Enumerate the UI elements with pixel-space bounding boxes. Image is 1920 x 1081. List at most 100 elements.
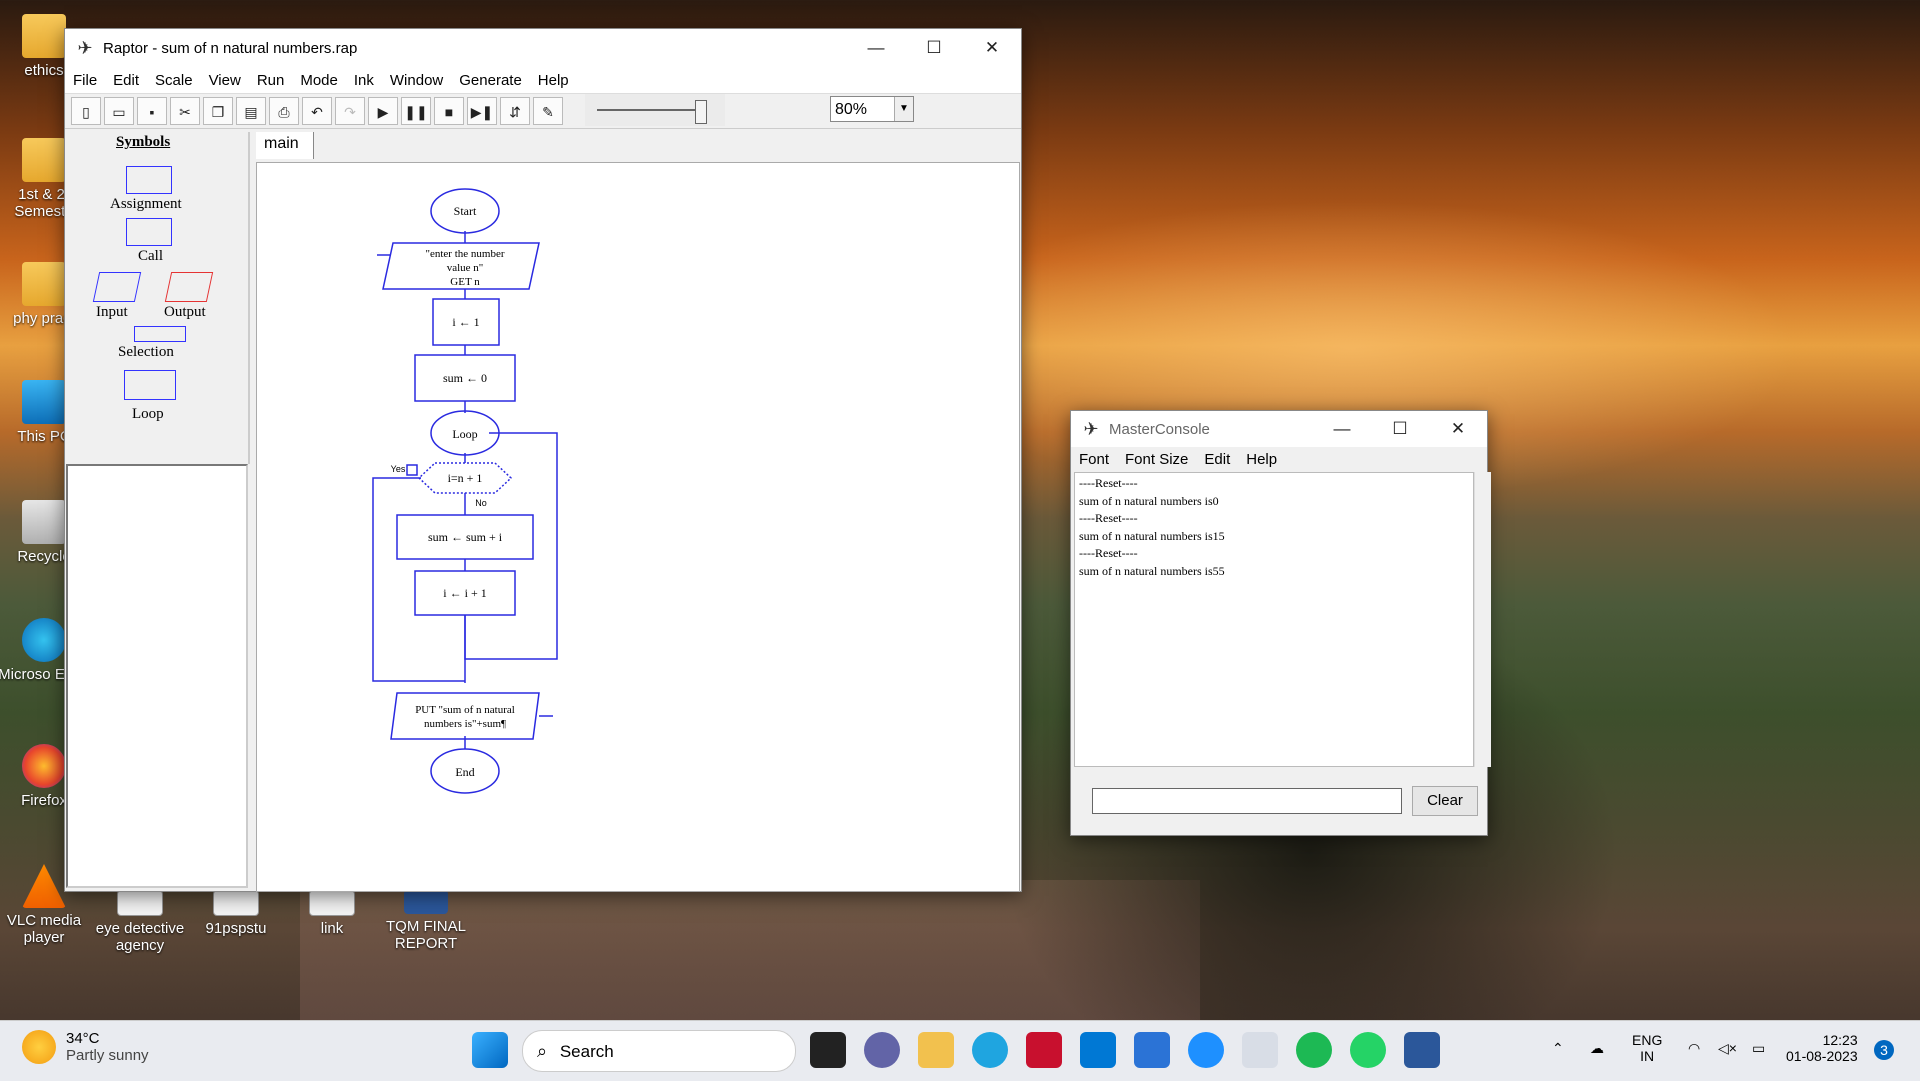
- console-scrollbar[interactable]: [1474, 472, 1491, 767]
- weather-condition: Partly sunny: [66, 1047, 149, 1064]
- clock[interactable]: 12:23 01-08-2023: [1786, 1032, 1858, 1064]
- firefox-icon: [22, 744, 66, 788]
- console-titlebar: ✈ MasterConsole — ☐ ✕: [1071, 411, 1487, 447]
- whatsapp-icon[interactable]: [1350, 1032, 1386, 1068]
- maximize-button[interactable]: ☐: [905, 29, 963, 67]
- console-line: sum of n natural numbers is0: [1079, 493, 1219, 508]
- get-help-icon[interactable]: [1188, 1032, 1224, 1068]
- menu-view[interactable]: View: [201, 72, 249, 89]
- watch-panel: [66, 464, 248, 888]
- menu-mode[interactable]: Mode: [292, 72, 346, 89]
- input-symbol[interactable]: [92, 272, 142, 302]
- call-symbol[interactable]: [126, 218, 172, 246]
- undo-icon[interactable]: ↶: [302, 97, 332, 125]
- output-symbol[interactable]: [164, 272, 214, 302]
- file-explorer-icon[interactable]: [918, 1032, 954, 1068]
- loop-symbol[interactable]: [124, 370, 176, 400]
- taskbar-search[interactable]: ⌕ Search: [522, 1030, 796, 1072]
- cut-icon[interactable]: ✂: [170, 97, 200, 125]
- console-menu-font-size[interactable]: Font Size: [1117, 451, 1196, 468]
- new-file-icon[interactable]: ▯: [71, 97, 101, 125]
- lang-line2: IN: [1640, 1048, 1655, 1064]
- menu-scale[interactable]: Scale: [147, 72, 201, 89]
- chevron-up-icon[interactable]: ⌃: [1552, 1040, 1564, 1057]
- console-command-input[interactable]: [1092, 788, 1402, 814]
- microsoft-store-icon[interactable]: [1080, 1032, 1116, 1068]
- onedrive-icon[interactable]: ☁: [1590, 1040, 1604, 1057]
- myhp-icon[interactable]: [1134, 1032, 1170, 1068]
- console-menu-help[interactable]: Help: [1238, 451, 1285, 468]
- redo-icon[interactable]: ↷: [335, 97, 365, 125]
- slider-track: [597, 109, 707, 111]
- print-icon[interactable]: ⎙: [269, 97, 299, 125]
- menu-run[interactable]: Run: [249, 72, 293, 89]
- partly-sunny-icon: [22, 1030, 56, 1064]
- clear-button[interactable]: Clear: [1412, 786, 1478, 816]
- minimize-button[interactable]: —: [847, 29, 905, 67]
- notification-badge[interactable]: 3: [1874, 1040, 1894, 1060]
- desktop-icon-tqm-report[interactable]: TQM FINAL REPORT: [378, 890, 474, 952]
- close-button[interactable]: ✕: [963, 29, 1021, 67]
- save-icon[interactable]: ▪: [137, 97, 167, 125]
- assignment-label: Assignment: [110, 196, 182, 212]
- weather-widget[interactable]: 34°C Partly sunny: [22, 1030, 149, 1064]
- desktop-icon-91pspstu[interactable]: 91pspstu: [188, 890, 284, 937]
- mcafee-icon[interactable]: [1026, 1032, 1062, 1068]
- desktop-icon-link[interactable]: link: [284, 890, 380, 937]
- step-icon[interactable]: ▶❚: [467, 97, 497, 125]
- folder-icon: [22, 262, 66, 306]
- output-line1: PUT "sum of n natural: [415, 704, 515, 716]
- word-taskbar-icon[interactable]: [1404, 1032, 1440, 1068]
- battery-icon[interactable]: ▭: [1752, 1040, 1765, 1057]
- menu-edit[interactable]: Edit: [105, 72, 147, 89]
- console-menu-font[interactable]: Font: [1071, 451, 1117, 468]
- menu-window[interactable]: Window: [382, 72, 451, 89]
- menu-generate[interactable]: Generate: [451, 72, 530, 89]
- speaker-muted-icon[interactable]: ◁×: [1718, 1040, 1737, 1057]
- console-close-button[interactable]: ✕: [1429, 410, 1487, 448]
- console-title: MasterConsole: [1109, 420, 1210, 438]
- flowchart-canvas[interactable]: Start "enter the number value n" GET n i…: [256, 162, 1020, 892]
- output-parallelogram[interactable]: [390, 692, 540, 740]
- menu-ink[interactable]: Ink: [346, 72, 382, 89]
- play-icon[interactable]: ▶: [368, 97, 398, 125]
- console-line: ----Reset----: [1079, 511, 1138, 525]
- input-get-text: GET n: [450, 276, 480, 288]
- console-minimize-button[interactable]: —: [1313, 410, 1371, 448]
- raptor-app-icon: ✈: [1083, 419, 1099, 439]
- menu-file[interactable]: File: [65, 72, 105, 89]
- start-windows-icon[interactable]: [472, 1032, 508, 1068]
- chevron-down-icon[interactable]: ▼: [894, 97, 913, 121]
- selection-symbol[interactable]: [134, 326, 186, 342]
- loop-text: Loop: [452, 427, 477, 441]
- folder-icon: [22, 14, 66, 58]
- spotify-icon[interactable]: [1296, 1032, 1332, 1068]
- speed-slider[interactable]: [585, 94, 725, 126]
- open-folder-icon[interactable]: ▭: [104, 97, 134, 125]
- copy-icon[interactable]: ❐: [203, 97, 233, 125]
- slider-thumb[interactable]: [695, 100, 707, 124]
- zoom-select[interactable]: 80% ▼: [830, 96, 914, 122]
- console-maximize-button[interactable]: ☐: [1371, 410, 1429, 448]
- language-indicator[interactable]: ENG IN: [1632, 1032, 1662, 1064]
- test-server-icon[interactable]: ⇵: [500, 97, 530, 125]
- tab-main[interactable]: main: [256, 132, 314, 159]
- console-menu-edit[interactable]: Edit: [1196, 451, 1238, 468]
- task-view-icon[interactable]: [810, 1032, 846, 1068]
- desktop-icon-eye-detective[interactable]: eye detective agency: [92, 890, 188, 954]
- symbols-header: Symbols: [116, 134, 171, 150]
- monitor-icon: [22, 380, 66, 424]
- menu-help[interactable]: Help: [530, 72, 577, 89]
- stop-icon[interactable]: ■: [434, 97, 464, 125]
- pause-icon[interactable]: ❚❚: [401, 97, 431, 125]
- paste-icon[interactable]: ▤: [236, 97, 266, 125]
- assignment-symbol[interactable]: [126, 166, 172, 194]
- flowchart: Start "enter the number value n" GET n i…: [372, 188, 558, 794]
- search-placeholder: Search: [559, 1042, 614, 1061]
- teams-chat-icon[interactable]: [864, 1032, 900, 1068]
- raptor-taskbar-icon[interactable]: [1242, 1032, 1278, 1068]
- wifi-icon[interactable]: ◠: [1688, 1040, 1700, 1057]
- window-title: Raptor - sum of n natural numbers.rap: [103, 39, 358, 57]
- edge-taskbar-icon[interactable]: [972, 1032, 1008, 1068]
- pen-icon[interactable]: ✎: [533, 97, 563, 125]
